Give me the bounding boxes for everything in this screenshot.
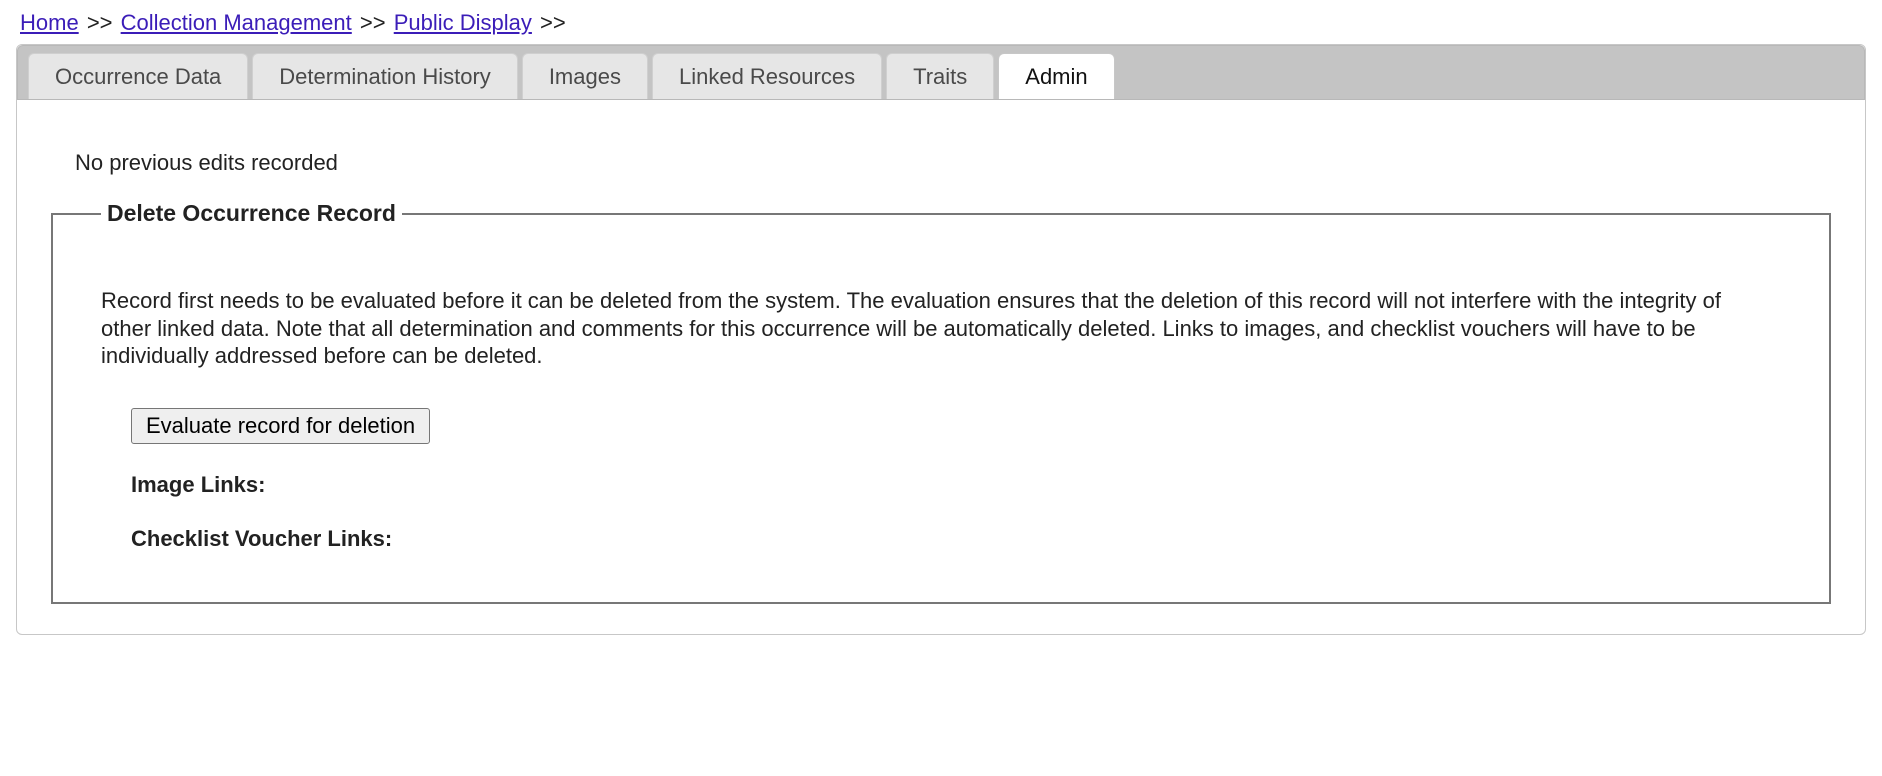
checklist-voucher-links-label: Checklist Voucher Links: (131, 526, 1781, 552)
tab-traits[interactable]: Traits (886, 53, 994, 100)
delete-occurrence-legend: Delete Occurrence Record (101, 200, 402, 227)
tab-content-admin: No previous edits recorded Delete Occurr… (33, 100, 1849, 604)
tab-determination-history[interactable]: Determination History (252, 53, 518, 100)
breadcrumb-sep: >> (85, 10, 115, 35)
image-links-label: Image Links: (131, 472, 1781, 498)
tab-linked-resources[interactable]: Linked Resources (652, 53, 882, 100)
breadcrumb-sep: >> (358, 10, 388, 35)
tab-images[interactable]: Images (522, 53, 648, 100)
main-panel: Occurrence Data Determination History Im… (16, 44, 1866, 635)
breadcrumb: Home >> Collection Management >> Public … (16, 10, 1866, 42)
breadcrumb-collection-management[interactable]: Collection Management (121, 10, 352, 35)
tab-occurrence-data[interactable]: Occurrence Data (28, 53, 248, 100)
delete-occurrence-fieldset: Delete Occurrence Record Record first ne… (51, 200, 1831, 604)
evaluate-record-button[interactable]: Evaluate record for deletion (131, 408, 430, 444)
breadcrumb-public-display[interactable]: Public Display (394, 10, 532, 35)
breadcrumb-sep: >> (538, 10, 568, 35)
tab-bar: Occurrence Data Determination History Im… (17, 45, 1865, 100)
breadcrumb-home[interactable]: Home (20, 10, 79, 35)
no-previous-edits-text: No previous edits recorded (51, 118, 1831, 200)
delete-description: Record first needs to be evaluated befor… (101, 287, 1781, 370)
tab-admin[interactable]: Admin (998, 53, 1114, 100)
